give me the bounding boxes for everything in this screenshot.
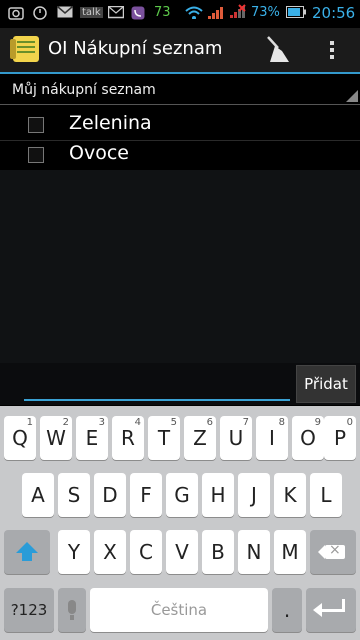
key-t[interactable]: 5T — [148, 416, 180, 460]
key-label: Q — [12, 426, 28, 450]
broom-icon[interactable] — [262, 34, 292, 64]
shift-icon — [16, 542, 38, 561]
key-label: P — [333, 426, 347, 450]
alarm-icon — [33, 6, 47, 20]
item-checkbox[interactable] — [28, 147, 44, 163]
key-label: N — [246, 540, 262, 564]
key-s[interactable]: S — [58, 473, 90, 517]
key-p[interactable]: 0P — [324, 416, 356, 460]
clock: 20:56 — [312, 4, 356, 22]
key-m[interactable]: M — [274, 530, 306, 574]
backspace-icon — [318, 542, 345, 559]
wifi-icon — [185, 6, 203, 19]
key-label: I — [269, 426, 275, 450]
microphone-icon — [68, 600, 76, 620]
overflow-menu-icon[interactable] — [322, 38, 342, 64]
key-f[interactable]: F — [130, 473, 162, 517]
shift-key[interactable] — [4, 530, 50, 574]
key-label: O — [300, 426, 316, 450]
key-d[interactable]: D — [94, 473, 126, 517]
key-label: E — [85, 426, 99, 450]
action-bar: OI Nákupní seznam — [0, 28, 360, 74]
key-r[interactable]: 4R — [112, 416, 144, 460]
key-label: A — [31, 483, 45, 507]
talk-icon: talk — [80, 7, 103, 18]
key-b[interactable]: B — [202, 530, 234, 574]
signal-off-icon — [230, 4, 246, 18]
key-label: J — [251, 483, 257, 507]
empty-list-area — [0, 170, 360, 365]
key-label: R — [121, 426, 135, 450]
item-label: Zelenina — [69, 112, 152, 134]
key-label: K — [283, 483, 297, 507]
key-g[interactable]: G — [166, 473, 198, 517]
key-label: D — [102, 483, 118, 507]
key-label: Čeština — [150, 601, 208, 619]
key-label: Z — [193, 426, 207, 450]
key-label: M — [281, 540, 299, 564]
key-label: G — [174, 483, 190, 507]
list-item[interactable]: Ovoce — [0, 140, 360, 171]
key-label: V — [175, 540, 189, 564]
status-bar: talk 73 73% 20:56 — [0, 0, 360, 28]
key-label: Y — [67, 540, 81, 564]
item-label: Ovoce — [69, 142, 129, 164]
gmail-icon — [57, 6, 73, 18]
new-item-input[interactable] — [24, 367, 290, 401]
key-label: F — [140, 483, 152, 507]
key-a[interactable]: A — [22, 473, 54, 517]
key-k[interactable]: K — [274, 473, 306, 517]
app-icon[interactable] — [10, 36, 39, 62]
key-label: ?123 — [10, 601, 48, 619]
list-item[interactable]: Zelenina — [0, 110, 360, 141]
add-button[interactable]: Přidat — [296, 365, 356, 403]
key-y[interactable]: Y — [58, 530, 90, 574]
enter-icon — [313, 599, 345, 617]
key-z[interactable]: 6Z — [184, 416, 216, 460]
battery-percent: 73% — [251, 5, 280, 20]
email-icon — [108, 6, 124, 19]
backspace-key[interactable] — [310, 530, 356, 574]
battery-icon — [286, 6, 306, 18]
key-l[interactable]: L — [310, 473, 342, 517]
signal-icon — [208, 7, 223, 19]
key-h[interactable]: H — [202, 473, 234, 517]
key-label: S — [67, 483, 81, 507]
key-o[interactable]: 9O — [292, 416, 324, 460]
dropdown-arrow-icon — [346, 90, 358, 102]
keyboard: 1Q 2W 3E 4R 5T 6Z 7U 8I 9O 0P A S D F G … — [0, 406, 360, 640]
key-c[interactable]: C — [130, 530, 162, 574]
space-key[interactable]: Čeština — [90, 588, 268, 632]
key-label: . — [283, 598, 291, 622]
key-x[interactable]: X — [94, 530, 126, 574]
app-title: OI Nákupní seznam — [48, 38, 223, 59]
key-n[interactable]: N — [238, 530, 270, 574]
voice-input-key[interactable] — [58, 588, 86, 632]
key-label: W — [46, 426, 66, 450]
key-label: L — [320, 483, 332, 507]
list-selector[interactable]: Můj nákupní seznam — [0, 74, 360, 105]
key-v[interactable]: V — [166, 530, 198, 574]
key-w[interactable]: 2W — [40, 416, 72, 460]
notification-count: 73 — [154, 5, 171, 20]
key-label: C — [139, 540, 153, 564]
key-i[interactable]: 8I — [256, 416, 288, 460]
key-label: B — [211, 540, 225, 564]
key-u[interactable]: 7U — [220, 416, 252, 460]
camera-app-icon — [8, 7, 24, 20]
item-checkbox[interactable] — [28, 117, 44, 133]
viber-icon — [131, 6, 145, 20]
key-label: U — [228, 426, 244, 450]
list-selector-label: Můj nákupní seznam — [12, 82, 156, 98]
key-j[interactable]: J — [238, 473, 270, 517]
symbols-key[interactable]: ?123 — [4, 588, 54, 632]
key-label: T — [157, 426, 171, 450]
period-key[interactable]: . — [272, 588, 302, 632]
key-label: H — [210, 483, 226, 507]
key-e[interactable]: 3E — [76, 416, 108, 460]
key-label: X — [103, 540, 117, 564]
enter-key[interactable] — [306, 588, 356, 632]
key-q[interactable]: 1Q — [4, 416, 36, 460]
